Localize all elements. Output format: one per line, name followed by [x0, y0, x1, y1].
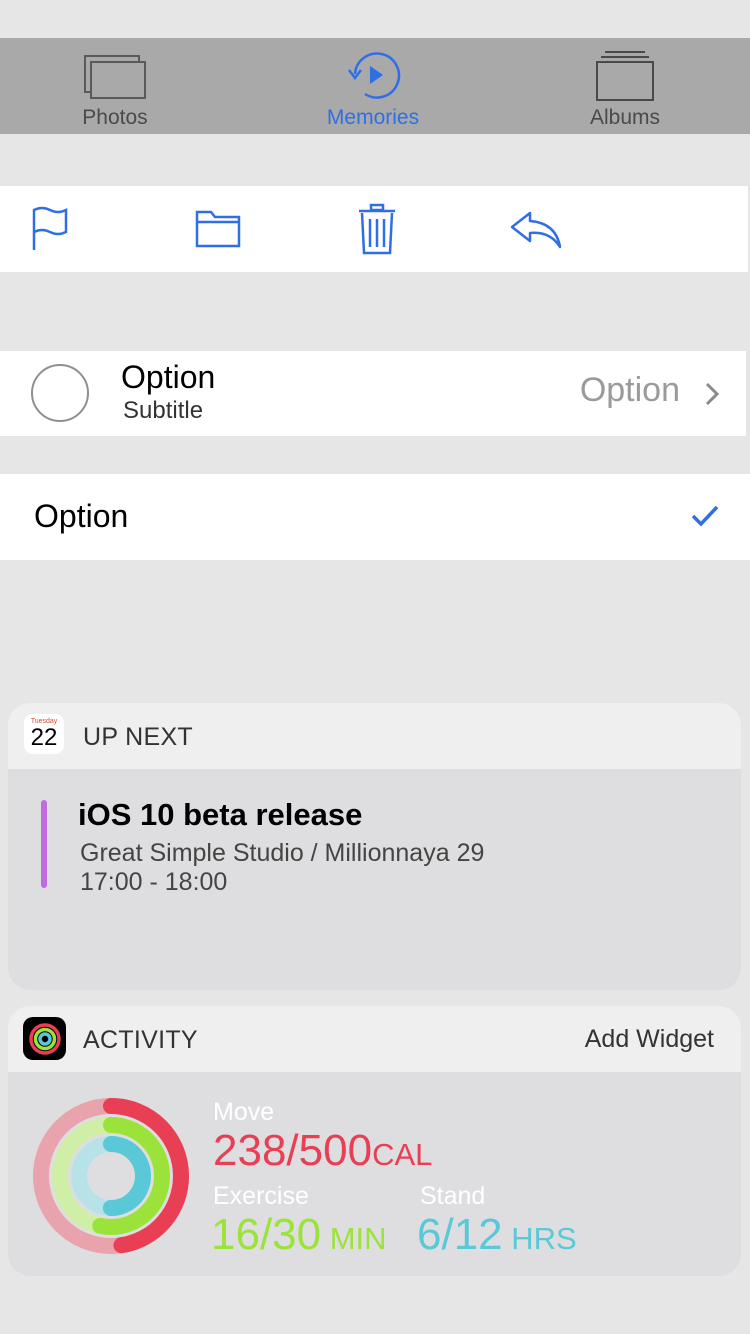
activity-rings	[33, 1098, 189, 1254]
tab-bar: Photos Memories Albums	[0, 38, 750, 134]
tab-memories[interactable]: Memories	[318, 38, 428, 134]
stand-label: Stand	[420, 1182, 486, 1210]
stand-unit: HRS	[502, 1221, 577, 1256]
event-title: iOS 10 beta release	[78, 797, 363, 832]
add-widget-button[interactable]: Add Widget	[585, 1025, 714, 1054]
folder-button[interactable]	[188, 186, 248, 272]
move-value: 238/500CAL	[213, 1126, 432, 1176]
activity-icon	[23, 1017, 66, 1060]
checkmark-icon	[691, 505, 719, 527]
tab-label: Photos	[82, 106, 148, 129]
move-unit: CAL	[372, 1137, 433, 1172]
event-color-bar	[41, 800, 47, 888]
tab-label: Memories	[326, 106, 420, 129]
option-row[interactable]: Option Subtitle Option	[0, 351, 746, 436]
exercise-value: 16/30 MIN	[211, 1210, 387, 1260]
tab-albums[interactable]: Albums	[578, 38, 672, 134]
option-title: Option	[34, 498, 129, 534]
option-subtitle: Subtitle	[123, 397, 204, 424]
option-title: Option	[121, 359, 216, 395]
tab-label: Albums	[589, 106, 661, 129]
trash-button[interactable]	[347, 186, 407, 272]
event-time: 17:00 - 18:00	[80, 868, 228, 896]
up-next-widget[interactable]: Tuesday 22 UP NEXT iOS 10 beta release G…	[8, 703, 741, 990]
move-value-number: 238/500	[213, 1126, 373, 1175]
option-detail: Option	[579, 371, 680, 409]
widget-header: ACTIVITY Add Widget	[8, 1006, 741, 1072]
calendar-day-number: 22	[30, 724, 58, 751]
event-location: Great Simple Studio / Millionnaya 29	[80, 839, 485, 867]
reply-button[interactable]	[505, 186, 565, 272]
photos-icon	[83, 38, 147, 102]
stand-value: 6/12 HRS	[417, 1210, 577, 1260]
exercise-label: Exercise	[213, 1182, 309, 1210]
widget-title: ACTIVITY	[83, 1026, 198, 1054]
checked-option-row[interactable]: Option	[0, 474, 750, 560]
memories-icon	[345, 38, 401, 102]
widget-title: UP NEXT	[83, 723, 193, 751]
stand-value-number: 6/12	[417, 1210, 503, 1259]
reply-icon	[510, 211, 562, 249]
exercise-unit: MIN	[321, 1221, 387, 1256]
flag-icon	[32, 206, 68, 250]
activity-widget[interactable]: ACTIVITY Add Widget Move 238/500CAL Exer…	[8, 1006, 741, 1276]
flag-button[interactable]	[20, 186, 80, 272]
folder-icon	[195, 210, 241, 248]
chevron-right-icon	[705, 382, 720, 406]
move-label: Move	[213, 1098, 275, 1126]
radio-button[interactable]	[31, 364, 89, 422]
calendar-icon: Tuesday 22	[24, 714, 64, 754]
exercise-value-number: 16/30	[211, 1210, 322, 1259]
albums-icon	[595, 38, 655, 102]
tab-photos[interactable]: Photos	[70, 38, 160, 134]
action-toolbar	[0, 186, 748, 272]
widget-header: Tuesday 22 UP NEXT	[8, 703, 741, 769]
trash-icon	[359, 203, 395, 255]
